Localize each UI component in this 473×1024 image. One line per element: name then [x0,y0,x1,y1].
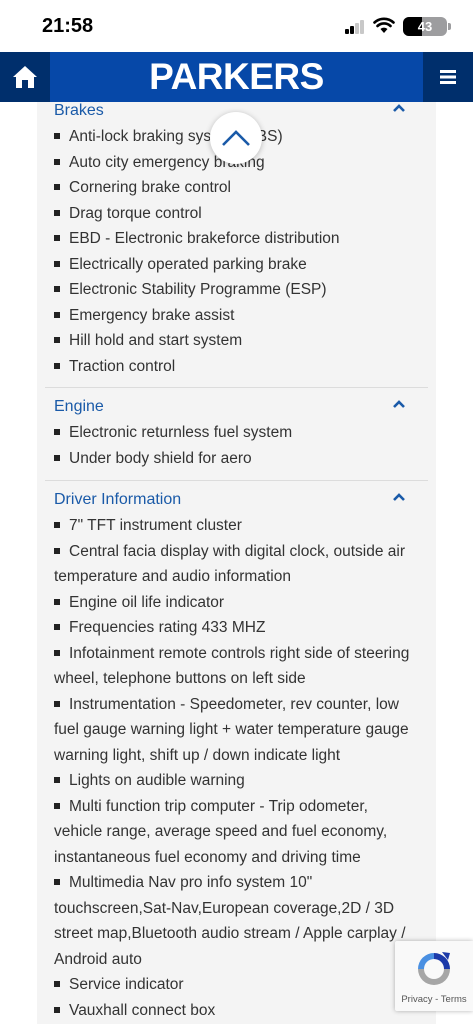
home-icon [13,66,37,88]
list-item: Engine oil life indicator [54,590,418,616]
status-time: 21:58 [42,15,94,37]
list-item: Electrically operated parking brake [54,252,418,278]
list-item: EBD - Electronic brakeforce distribution [54,226,418,252]
list-item: Under body shield for aero [54,446,418,472]
hamburger-menu-icon [440,70,456,84]
list-item: Electronic Stability Programme (ESP) [54,277,418,303]
list-item: Multimedia Nav pro info system 10" touch… [54,874,406,968]
chevron-up-icon[interactable] [392,103,406,113]
section-engine: Engine Electronic returnless fuel system… [45,398,428,481]
site-header: PARKERS [0,52,473,102]
list-item: Cornering brake control [54,175,418,201]
wifi-icon [373,17,395,33]
terms-link[interactable]: Terms [441,994,467,1005]
privacy-link[interactable]: Privacy [401,994,432,1005]
chevron-up-icon[interactable] [392,492,406,502]
list-item: Vauxhall connect box [54,998,418,1024]
status-icons: 43 [307,16,451,36]
section-title: Brakes [54,102,104,119]
list-item: Traction control [54,354,418,380]
menu-button[interactable] [423,52,473,102]
battery-icon: 43 [403,17,451,36]
brand-logo[interactable]: PARKERS [50,56,423,98]
list-item: Drag torque control [54,201,418,227]
list-item: 7" TFT instrument cluster [54,513,418,539]
section-title: Driver Information [54,491,182,508]
recaptcha-badge[interactable]: Privacy - Terms [395,941,473,1011]
list-item: Emergency brake assist [54,303,418,329]
section-title: Engine [54,398,104,415]
section-driver-information: Driver Information 7" TFT instrument clu… [45,491,428,1024]
section-header-engine[interactable]: Engine [45,398,428,420]
section-header-driver-information[interactable]: Driver Information [45,491,428,513]
list-item: Infotainment remote controls right side … [54,644,410,687]
list-item: Instrumentation - Speedometer, rev count… [54,695,409,764]
feature-list: 7" TFT instrument cluster Central facia … [45,513,428,1023]
list-item: Lights on audible warning [54,768,418,794]
chevron-up-icon[interactable] [392,399,406,409]
status-bar: 21:58 43 [0,0,473,52]
recaptcha-logo-icon [418,952,450,985]
list-item: Central facia display with digital clock… [54,542,405,585]
list-item: Frequencies rating 433 MHZ [54,615,418,641]
feature-list: Electronic returnless fuel system Under … [45,420,428,471]
list-item: Hill hold and start system [54,328,418,354]
battery-level: 43 [417,19,433,34]
cellular-signal-icon [345,18,365,34]
list-item: Multi function trip computer - Trip odom… [54,797,388,866]
chevron-up-icon [222,130,250,146]
list-item: Service indicator [54,972,418,998]
recaptcha-links: Privacy - Terms [401,994,467,1005]
scroll-to-top-button[interactable] [210,112,262,164]
list-item: Electronic returnless fuel system [54,420,418,446]
home-button[interactable] [0,52,50,102]
